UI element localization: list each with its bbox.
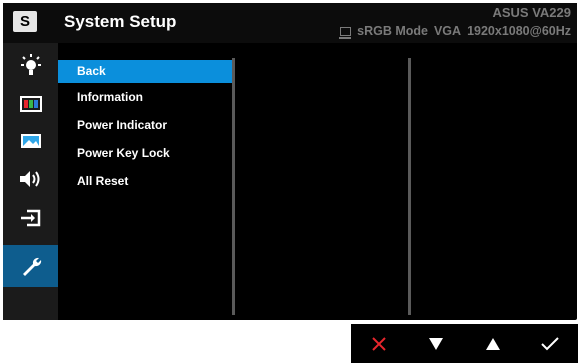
up-button[interactable] — [465, 324, 522, 363]
menu-item-power-key-lock[interactable]: Power Key Lock — [58, 142, 232, 165]
system-setup-icon — [22, 257, 41, 276]
brightness-icon — [20, 54, 41, 75]
page-title: System Setup — [64, 12, 177, 31]
menu-item-all-reset[interactable]: All Reset — [58, 170, 232, 193]
status-line: sRGB Mode VGA 1920x1080@60Hz — [339, 24, 571, 39]
menu-tab-brightness[interactable] — [3, 48, 58, 84]
monitor-icon — [339, 26, 352, 39]
menu-item-power-indicator[interactable]: Power Indicator — [58, 114, 232, 137]
resolution-label: 1920x1080@60Hz — [467, 24, 571, 38]
column-divider — [232, 58, 235, 315]
menu-tab-image[interactable] — [3, 123, 58, 159]
menu-tab-input[interactable] — [3, 200, 58, 236]
menu-tab-system-setup[interactable] — [3, 245, 58, 287]
close-icon — [372, 336, 387, 351]
input-select-icon — [20, 209, 40, 227]
menu-item-back[interactable]: Back — [58, 60, 232, 83]
image-icon — [20, 134, 41, 148]
logo-badge: S — [13, 11, 37, 32]
down-arrow-icon — [429, 337, 444, 350]
navigation-key-bar — [351, 324, 578, 363]
sound-icon — [19, 171, 39, 187]
column-divider — [408, 58, 411, 315]
menu-item-information[interactable]: Information — [58, 86, 232, 109]
monitor-model: ASUS VA229 — [492, 5, 571, 20]
close-button[interactable] — [351, 324, 408, 363]
osd-window: S System Setup ASUS VA229 sRGB Mode VGA … — [3, 3, 577, 320]
confirm-check-icon — [540, 336, 559, 350]
menu-tab-color[interactable] — [3, 85, 58, 121]
main-menu-iconbar — [3, 43, 58, 320]
submenu-list: Back Information Power Indicator Power K… — [58, 43, 233, 320]
color-mode-label: sRGB Mode — [357, 24, 428, 38]
color-icon — [19, 96, 42, 112]
down-button[interactable] — [408, 324, 465, 363]
osd-header: S System Setup ASUS VA229 sRGB Mode VGA … — [3, 3, 577, 43]
input-label: VGA — [433, 24, 462, 38]
confirm-button[interactable] — [521, 324, 578, 363]
up-arrow-icon — [485, 337, 500, 350]
menu-tab-sound[interactable] — [3, 161, 58, 197]
